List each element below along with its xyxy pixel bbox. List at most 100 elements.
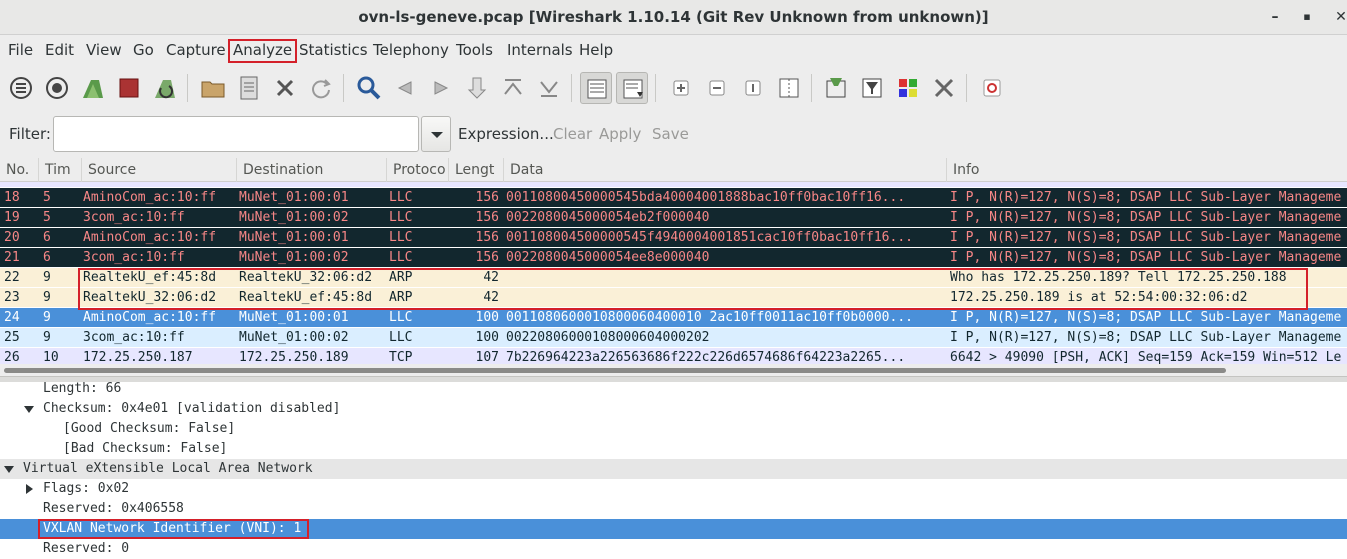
display-filters-icon[interactable] bbox=[856, 72, 888, 104]
cell-proto: LLC bbox=[389, 310, 413, 325]
coloring-rules-icon[interactable] bbox=[892, 72, 924, 104]
cell-time: 9 bbox=[43, 270, 51, 285]
table-row[interactable]: 18 5 AminoCom_ac:10:ff MuNet_01:00:01 LLC 156… bbox=[0, 188, 1347, 208]
go-to-packet-icon[interactable] bbox=[461, 72, 493, 104]
start-capture-icon[interactable] bbox=[77, 72, 109, 104]
apply-button[interactable]: Apply bbox=[599, 125, 641, 143]
table-row[interactable]: 25 9 3com_ac:10:ff MuNet_01:00:02 LLC 100 0022… bbox=[0, 328, 1347, 348]
menu-file[interactable]: File bbox=[5, 40, 36, 64]
menu-go[interactable]: Go bbox=[130, 40, 157, 64]
column-info[interactable]: Info bbox=[947, 158, 1347, 182]
menu-internals[interactable]: Internals bbox=[504, 40, 576, 64]
cell-dst: MuNet_01:00:01 bbox=[239, 310, 349, 325]
table-row[interactable]: 20 6 AminoCom_ac:10:ff MuNet_01:00:01 LLC 156… bbox=[0, 228, 1347, 248]
menu-bar: File Edit View Go Capture Analyze Statis… bbox=[0, 36, 1347, 64]
expanded-arrow-icon[interactable] bbox=[4, 466, 14, 473]
cell-data: 001108004500000545f4940004001851cac10ff0… bbox=[506, 230, 913, 245]
detail-good-checksum[interactable]: [Good Checksum: False] bbox=[0, 419, 1347, 439]
column-length[interactable]: Lengt bbox=[449, 158, 504, 182]
auto-scroll-icon[interactable] bbox=[616, 72, 648, 104]
restart-capture-icon[interactable] bbox=[149, 72, 181, 104]
packet-list-scrollbar[interactable] bbox=[0, 364, 1347, 376]
open-folder-icon[interactable] bbox=[197, 72, 229, 104]
detail-length[interactable]: Length: 66 bbox=[0, 382, 1347, 399]
reload-icon[interactable] bbox=[305, 72, 337, 104]
column-source[interactable]: Source bbox=[82, 158, 237, 182]
colorize-icon[interactable] bbox=[580, 72, 612, 104]
menu-analyze[interactable]: Analyze bbox=[228, 39, 298, 63]
expanded-arrow-icon[interactable] bbox=[24, 406, 34, 413]
cell-proto: LLC bbox=[389, 210, 413, 225]
collapsed-arrow-icon[interactable] bbox=[26, 484, 33, 494]
cell-data: 0022080045000054ee8e000040 bbox=[506, 250, 710, 265]
menu-telephony[interactable]: Telephony bbox=[370, 40, 452, 64]
go-back-icon[interactable] bbox=[389, 72, 421, 104]
filter-dropdown-button[interactable] bbox=[421, 116, 451, 152]
detail-flags[interactable]: Flags: 0x02 bbox=[0, 479, 1347, 499]
first-packet-icon[interactable] bbox=[497, 72, 529, 104]
cell-time: 5 bbox=[43, 210, 51, 225]
zoom-out-icon[interactable] bbox=[701, 72, 733, 104]
resize-columns-icon[interactable] bbox=[773, 72, 805, 104]
arp-highlight-box bbox=[78, 268, 1308, 310]
help-icon[interactable] bbox=[976, 72, 1008, 104]
column-protocol[interactable]: Protoco bbox=[387, 158, 449, 182]
cell-time: 6 bbox=[43, 230, 51, 245]
cell-proto: LLC bbox=[389, 250, 413, 265]
menu-capture[interactable]: Capture bbox=[163, 40, 229, 64]
expression-button[interactable]: Expression... bbox=[458, 125, 554, 143]
detail-reserved-2[interactable]: Reserved: 0 bbox=[0, 539, 1347, 559]
column-time[interactable]: Tim bbox=[39, 158, 82, 182]
cell-dst: MuNet_01:00:01 bbox=[239, 230, 349, 245]
detail-reserved[interactable]: Reserved: 0x406558 bbox=[0, 499, 1347, 519]
stop-capture-icon[interactable] bbox=[113, 72, 145, 104]
zoom-in-icon[interactable] bbox=[665, 72, 697, 104]
cell-data: 00220806000108000604000202 bbox=[506, 330, 710, 345]
column-data[interactable]: Data bbox=[504, 158, 947, 182]
menu-view[interactable]: View bbox=[83, 40, 125, 64]
normal-size-icon[interactable] bbox=[737, 72, 769, 104]
cell-proto: LLC bbox=[389, 190, 413, 205]
cell-time: 9 bbox=[43, 310, 51, 325]
cell-dst: MuNet_01:00:02 bbox=[239, 210, 349, 225]
menu-edit[interactable]: Edit bbox=[42, 40, 77, 64]
column-destination[interactable]: Destination bbox=[237, 158, 387, 182]
title-bar: ovn-ls-geneve.pcap [Wireshark 1.10.14 (G… bbox=[0, 0, 1347, 35]
scrollbar-thumb[interactable] bbox=[4, 368, 1226, 373]
preferences-tools-icon[interactable] bbox=[928, 72, 960, 104]
packet-list: No. Tim Source Destination Protoco Lengt… bbox=[0, 158, 1347, 378]
detail-bad-checksum[interactable]: [Bad Checksum: False] bbox=[0, 439, 1347, 459]
cell-no: 25 bbox=[4, 330, 20, 345]
table-row[interactable]: 19 5 3com_ac:10:ff MuNet_01:00:02 LLC 156 0022… bbox=[0, 208, 1347, 228]
table-row[interactable]: 24 9 AminoCom_ac:10:ff MuNet_01:00:01 LLC 100… bbox=[0, 308, 1347, 328]
close-file-icon[interactable] bbox=[269, 72, 301, 104]
detail-vni[interactable]: VXLAN Network Identifier (VNI): 1 bbox=[0, 519, 1347, 539]
display-filter-input[interactable] bbox=[53, 116, 419, 152]
menu-statistics[interactable]: Statistics bbox=[296, 40, 371, 64]
menu-help[interactable]: Help bbox=[576, 40, 616, 64]
options-gear-icon[interactable] bbox=[41, 72, 73, 104]
capture-filters-icon[interactable] bbox=[820, 72, 852, 104]
save-filter-button[interactable]: Save bbox=[652, 125, 689, 143]
cell-src: 3com_ac:10:ff bbox=[83, 330, 185, 345]
go-forward-icon[interactable] bbox=[425, 72, 457, 104]
cell-info: I P, N(R)=127, N(S)=8; DSAP LLC Sub-Laye… bbox=[950, 330, 1342, 345]
column-no[interactable]: No. bbox=[0, 158, 39, 182]
close-button[interactable]: ✕ bbox=[1330, 6, 1347, 28]
cell-data: 00110800450000545bda40004001888bac10ff0b… bbox=[506, 190, 906, 205]
vni-highlight-box bbox=[38, 519, 309, 539]
detail-checksum[interactable]: Checksum: 0x4e01 [validation disabled] bbox=[0, 399, 1347, 419]
cell-info: I P, N(R)=127, N(S)=8; DSAP LLC Sub-Laye… bbox=[950, 310, 1342, 325]
detail-vxlan-header[interactable]: Virtual eXtensible Local Area Network bbox=[0, 459, 1347, 479]
clear-button[interactable]: Clear bbox=[553, 125, 592, 143]
save-file-icon[interactable] bbox=[233, 72, 265, 104]
interfaces-icon[interactable] bbox=[5, 72, 37, 104]
minimize-button[interactable]: – bbox=[1264, 6, 1286, 28]
find-packet-search-icon[interactable] bbox=[353, 72, 385, 104]
maximize-button[interactable]: ▪ bbox=[1296, 6, 1318, 28]
cell-time: 9 bbox=[43, 290, 51, 305]
last-packet-icon[interactable] bbox=[533, 72, 565, 104]
table-row[interactable]: 21 6 3com_ac:10:ff MuNet_01:00:02 LLC 156 0022… bbox=[0, 248, 1347, 268]
cell-info: I P, N(R)=127, N(S)=8; DSAP LLC Sub-Laye… bbox=[950, 230, 1342, 245]
menu-tools[interactable]: Tools bbox=[453, 40, 496, 64]
